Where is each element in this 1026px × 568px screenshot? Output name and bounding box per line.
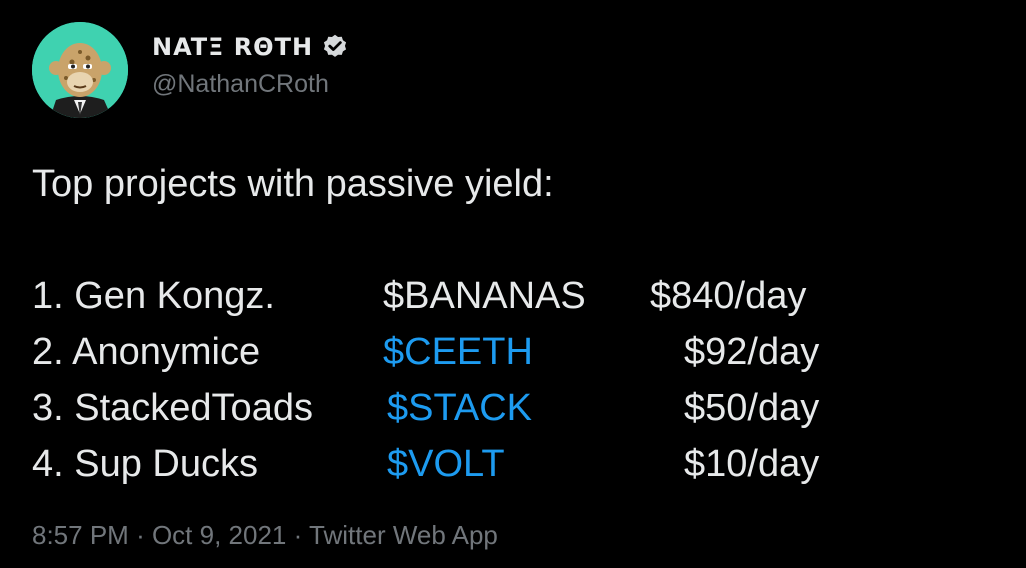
verified-badge-icon — [321, 33, 349, 61]
tweet-author: NATΞ RΘTH @NathanCRoth — [152, 30, 349, 99]
cashtag-link[interactable]: $CEETH — [383, 324, 533, 380]
project-name: 4. Sup Ducks — [32, 443, 258, 485]
project-name: 1. Gen Kongz. — [32, 275, 275, 317]
avatar[interactable] — [32, 22, 128, 118]
tweet-headline: Top projects with passive yield: — [32, 163, 554, 205]
separator-dot: · — [293, 520, 310, 550]
cashtag-link[interactable]: $VOLT — [387, 436, 505, 492]
author-name-row: NATΞ RΘTH — [152, 30, 349, 64]
ape-avatar-image — [32, 22, 128, 118]
yield-value: $840/day — [650, 275, 807, 317]
project-name: 2. Anonymice — [32, 331, 261, 373]
author-display-name[interactable]: NATΞ RΘTH — [152, 33, 313, 61]
tweet-metadata: 8:57 PM · Oct 9, 2021 · Twitter Web App — [32, 520, 498, 551]
list-item: 3. StackedToads $STACK $50/day — [32, 380, 932, 436]
yield-value: $92/day — [684, 331, 820, 373]
list-item: 2. Anonymice $CEETH $92/day — [32, 324, 932, 380]
cashtag-link[interactable]: $STACK — [387, 380, 532, 436]
tweet-text: Top projects with passive yield: 1. Gen … — [32, 156, 932, 492]
tweet-time[interactable]: 8:57 PM — [32, 520, 129, 550]
list-item: 4. Sup Ducks $VOLT $10/day — [32, 436, 932, 492]
tweet-date[interactable]: Oct 9, 2021 — [152, 520, 286, 550]
yield-value: $50/day — [684, 387, 820, 429]
author-handle[interactable]: @NathanCRoth — [152, 70, 349, 99]
separator-dot: · — [136, 520, 152, 550]
tweet-source[interactable]: Twitter Web App — [309, 520, 498, 550]
token-ticker: $BANANAS — [383, 275, 586, 317]
list-item: 1. Gen Kongz. $BANANAS $840/day — [32, 268, 932, 324]
yield-value: $10/day — [684, 443, 820, 485]
project-name: 3. StackedToads — [32, 387, 313, 429]
